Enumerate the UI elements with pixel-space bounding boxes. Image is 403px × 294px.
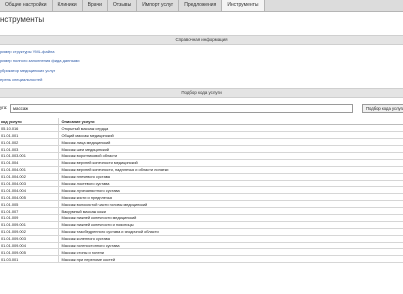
table-row[interactable]: 01.01.004.004 Массаж лучезапястного суста… xyxy=(0,186,403,195)
table-row[interactable]: 01.01.009 Массаж нижней конечности медици… xyxy=(0,214,403,222)
service-description: Массаж голеностопного сустава xyxy=(57,242,403,250)
service-code: 01.01.004.005 xyxy=(0,193,58,202)
table-row[interactable]: 01.01.004.005 Массаж кисти и предплечья xyxy=(0,193,403,202)
service-code: 01.01.004.002 xyxy=(0,173,58,181)
service-description: Массаж верхней конечности, надплечья и о… xyxy=(57,166,403,174)
service-code: 01.01.004.004 xyxy=(0,186,58,195)
tab-bar: Общие настройки Клиники Врачи Отзывы Имп… xyxy=(0,0,403,12)
table-row[interactable]: 01.01.003 Массаж шеи медицинский xyxy=(0,145,403,153)
link-yml-example[interactable]: ример структуры YML-файла xyxy=(0,47,403,56)
table-row[interactable]: 01.03.001 Массаж при переломе костей xyxy=(0,255,403,264)
service-description: Массаж стопы и голени xyxy=(57,248,403,257)
service-description: Массаж лучезапястного сустава xyxy=(57,186,403,195)
lookup-label: уга: xyxy=(0,105,8,110)
service-description: Массаж верхней конечности медицинский xyxy=(57,159,403,167)
table-row[interactable]: 01.01.003.001 Массаж воротниковой области xyxy=(0,152,403,160)
table-row[interactable]: 01.01.009.003 Массаж коленного сустава xyxy=(0,235,403,243)
lookup-row: уга: массаж Подбор кода услуги xyxy=(0,104,403,113)
table-row[interactable]: 01.01.009.005 Массаж стопы и голени xyxy=(0,248,403,257)
service-description: Массаж воротниковой области xyxy=(57,152,403,160)
service-code: 01.01.009.002 xyxy=(0,228,58,236)
service-description: Массаж кисти и предплечья xyxy=(57,193,403,202)
service-search-input[interactable]: массаж xyxy=(10,104,353,113)
table-header-row: код услуги Описание услуги xyxy=(0,118,403,126)
column-header-description: Описание услуги xyxy=(57,118,403,126)
service-code: 01.01.005 xyxy=(0,200,58,209)
service-code: 01.01.002 xyxy=(0,138,58,147)
lookup-panel: Подбор кода услуги xyxy=(0,88,403,98)
service-description: Массаж нижней конечности и поясницы xyxy=(57,221,403,229)
table-row[interactable]: 01.01.009.001 Массаж нижней конечности и … xyxy=(0,221,403,229)
service-code: 05.10.016 xyxy=(0,124,58,133)
service-code: 01.01.009.004 xyxy=(0,242,58,250)
service-code: 01.01.004.003 xyxy=(0,180,58,188)
tab-general-settings[interactable]: Общие настройки xyxy=(0,0,53,11)
link-feed-example[interactable]: ример полного заполнения фида данными xyxy=(0,56,403,65)
page-title: нструменты xyxy=(0,15,45,24)
service-description: Открытый массаж сердца xyxy=(57,124,403,133)
table-row[interactable]: 01.01.001 Общий массаж медицинский xyxy=(0,131,403,140)
tab-tools[interactable]: Инструменты xyxy=(222,0,265,11)
service-code: 01.01.009.001 xyxy=(0,221,58,229)
table-row[interactable]: 01.01.002 Массаж лица медицинский xyxy=(0,138,403,147)
table-row[interactable]: 01.01.009.002 Массаж тазобедренного суста… xyxy=(0,228,403,236)
service-code: 01.03.001 xyxy=(0,255,58,264)
service-description: Массаж плечевого сустава xyxy=(57,173,403,181)
service-description: Общий массаж медицинский xyxy=(57,131,403,140)
tab-import-services[interactable]: Импорт услуг xyxy=(137,0,180,11)
service-code: 01.01.009.005 xyxy=(0,248,58,257)
service-code: 01.01.009.003 xyxy=(0,235,58,243)
table-row[interactable]: 01.01.009.004 Массаж голеностопного суста… xyxy=(0,242,403,250)
service-description: Вакуумный массаж кожи xyxy=(57,207,403,215)
service-description: Массаж тазобедренного сустава и ягодично… xyxy=(57,228,403,236)
service-code: 01.01.003.001 xyxy=(0,152,58,160)
reference-panel: Справочная информация ример структуры YM… xyxy=(0,35,403,84)
service-description: Массаж лица медицинский xyxy=(57,138,403,147)
service-code: 01.01.001 xyxy=(0,131,58,140)
services-table: код услуги Описание услуги 05.10.016 Откр… xyxy=(0,118,403,264)
link-specialties-list[interactable]: ерень специальностей xyxy=(0,75,403,84)
column-header-code: код услуги xyxy=(0,118,58,126)
link-services-rubricator[interactable]: убрикатор медицинских услуг xyxy=(0,66,403,75)
tab-doctors[interactable]: Врачи xyxy=(83,0,108,11)
service-code: 01.01.004 xyxy=(0,159,58,167)
table-row[interactable]: 01.01.004.001 Массаж верхней конечности, … xyxy=(0,166,403,174)
table-row[interactable]: 05.10.016 Открытый массаж сердца xyxy=(0,124,403,133)
table-row[interactable]: 01.01.004.003 Массаж локтевого сустава xyxy=(0,180,403,188)
lookup-header: Подбор кода услуги xyxy=(0,88,403,98)
service-code: 01.01.009 xyxy=(0,214,58,222)
service-code: 01.01.003 xyxy=(0,145,58,153)
tab-clinics[interactable]: Клиники xyxy=(53,0,83,11)
service-description: Массаж при переломе костей xyxy=(57,255,403,264)
lookup-code-button[interactable]: Подбор кода услуги xyxy=(362,104,403,113)
table-row[interactable]: 01.01.007 Вакуумный массаж кожи xyxy=(0,207,403,215)
service-description: Массаж коленного сустава xyxy=(57,235,403,243)
service-code: 01.01.004.001 xyxy=(0,166,58,174)
tab-reviews[interactable]: Отзывы xyxy=(108,0,138,11)
service-description: Массаж волосистой части головы медицинск… xyxy=(57,200,403,209)
table-row[interactable]: 01.01.004.002 Массаж плечевого сустава xyxy=(0,173,403,181)
tab-offers[interactable]: Предложения xyxy=(179,0,223,11)
table-row[interactable]: 01.01.005 Массаж волосистой части головы … xyxy=(0,200,403,209)
service-description: Массаж шеи медицинский xyxy=(57,145,403,153)
service-code: 01.01.007 xyxy=(0,207,58,215)
table-row[interactable]: 01.01.004 Массаж верхней конечности медиц… xyxy=(0,159,403,167)
reference-header: Справочная информация xyxy=(0,35,403,45)
service-description: Массаж локтевого сустава xyxy=(57,180,403,188)
service-description: Массаж нижней конечности медицинский xyxy=(57,214,403,222)
